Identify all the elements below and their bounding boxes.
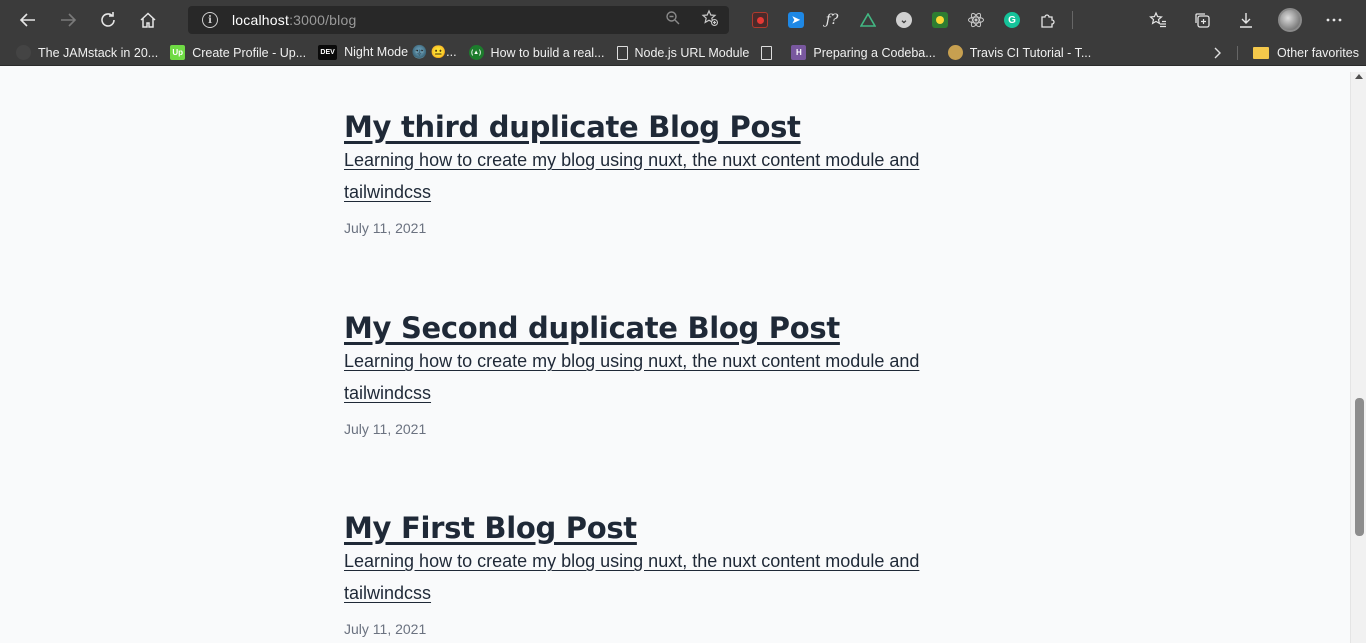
dev-icon: DEV bbox=[318, 45, 338, 60]
formula-extension-icon[interactable]: ƒ? bbox=[814, 0, 850, 40]
refresh-icon[interactable] bbox=[88, 0, 128, 40]
vertical-scrollbar[interactable] bbox=[1350, 72, 1366, 643]
downloads-icon[interactable] bbox=[1224, 0, 1268, 40]
bookmark-label: How to build a real... bbox=[490, 45, 605, 60]
bookmarks-divider bbox=[1237, 46, 1238, 60]
chevron-right-icon[interactable] bbox=[1212, 40, 1222, 66]
bookmarks-bar: The JAMstack in 20... Up Create Profile … bbox=[0, 40, 1366, 66]
bookmark-realtime[interactable]: (▲) How to build a real... bbox=[463, 40, 611, 66]
bookmark-dev[interactable]: DEV Night Mode 🌚 😐... bbox=[312, 40, 462, 66]
collections-icon[interactable] bbox=[1180, 0, 1224, 40]
grammarly-extension-icon[interactable]: G bbox=[994, 0, 1030, 40]
extensions-area: ➤ ƒ? ⌄ G bbox=[742, 0, 1079, 40]
back-arrow-icon[interactable] bbox=[8, 0, 48, 40]
home-icon[interactable] bbox=[128, 0, 168, 40]
bookmark-upwork[interactable]: Up Create Profile - Up... bbox=[164, 40, 312, 66]
post-description[interactable]: Learning how to create my blog using nux… bbox=[344, 345, 934, 409]
bookmark-heroku[interactable]: H Preparing a Codeba... bbox=[785, 40, 941, 66]
blog-page: My third duplicate Blog Post Learning ho… bbox=[0, 72, 1350, 643]
site-icon: (▲) bbox=[468, 45, 484, 60]
bookmark-label: Create Profile - Up... bbox=[192, 45, 307, 60]
bookmark-label: Node.js URL Module bbox=[634, 45, 750, 60]
puzzle-extensions-icon[interactable] bbox=[1030, 0, 1066, 40]
blog-post-card: My Second duplicate Blog Post Learning h… bbox=[344, 311, 944, 437]
more-menu-icon[interactable] bbox=[1312, 0, 1356, 40]
bookmark-untitled[interactable] bbox=[755, 40, 785, 66]
heroku-icon: H bbox=[791, 45, 807, 60]
blog-post-card: My First Blog Post Learning how to creat… bbox=[344, 511, 944, 637]
favorites-icon[interactable] bbox=[1136, 0, 1180, 40]
react-devtools-extension-icon[interactable] bbox=[958, 0, 994, 40]
bookmark-jamstack[interactable]: The JAMstack in 20... bbox=[10, 40, 164, 66]
post-title[interactable]: My third duplicate Blog Post bbox=[344, 110, 944, 144]
bookmark-label: Night Mode 🌚 😐... bbox=[344, 45, 457, 59]
post-title[interactable]: My First Blog Post bbox=[344, 511, 944, 545]
blog-post-card: My third duplicate Blog Post Learning ho… bbox=[344, 110, 944, 236]
other-favorites-folder[interactable]: Other favorites bbox=[1247, 40, 1365, 66]
upwork-icon: Up bbox=[170, 45, 186, 60]
post-date: July 11, 2021 bbox=[344, 421, 427, 437]
post-description[interactable]: Learning how to create my blog using nux… bbox=[344, 545, 934, 609]
url-host: localhost bbox=[232, 12, 290, 28]
site-info-icon[interactable]: i bbox=[202, 12, 218, 28]
url-path: :3000/blog bbox=[289, 12, 357, 28]
post-date: July 11, 2021 bbox=[344, 621, 427, 637]
maps-extension-icon[interactable] bbox=[922, 0, 958, 40]
url-text[interactable]: localhost:3000/blog bbox=[232, 12, 356, 28]
forward-arrow-icon[interactable] bbox=[48, 0, 88, 40]
post-title[interactable]: My Second duplicate Blog Post bbox=[344, 311, 944, 345]
jamstack-icon bbox=[16, 45, 31, 60]
bookmark-label: Preparing a Codeba... bbox=[813, 45, 936, 60]
vue-devtools-extension-icon[interactable] bbox=[850, 0, 886, 40]
profile-avatar[interactable] bbox=[1268, 0, 1312, 40]
folder-icon bbox=[1253, 47, 1269, 59]
address-bar[interactable]: i localhost:3000/blog bbox=[188, 6, 729, 34]
travis-icon bbox=[947, 45, 963, 60]
bookmark-label: Travis CI Tutorial - T... bbox=[969, 45, 1092, 60]
bookmark-nodejs-url[interactable]: Node.js URL Module bbox=[611, 40, 756, 66]
toolbar-divider bbox=[1072, 11, 1073, 29]
screen-recorder-extension-icon[interactable] bbox=[742, 0, 778, 40]
bookmark-travis[interactable]: Travis CI Tutorial - T... bbox=[942, 40, 1098, 66]
document-icon bbox=[616, 45, 628, 60]
bookmark-label: The JAMstack in 20... bbox=[38, 45, 159, 60]
document-icon bbox=[761, 45, 773, 60]
other-favorites-label: Other favorites bbox=[1277, 46, 1359, 60]
post-description[interactable]: Learning how to create my blog using nux… bbox=[344, 144, 934, 208]
pocket-extension-icon[interactable]: ⌄ bbox=[886, 0, 922, 40]
add-favorite-icon[interactable] bbox=[701, 9, 719, 31]
post-date: July 11, 2021 bbox=[344, 220, 427, 236]
scroll-up-arrow-icon[interactable] bbox=[1355, 74, 1363, 79]
scroll-thumb[interactable] bbox=[1355, 398, 1364, 536]
translator-extension-icon[interactable]: ➤ bbox=[778, 0, 814, 40]
zoom-out-icon[interactable] bbox=[665, 10, 681, 30]
browser-toolbar: i localhost:3000/blog ➤ ƒ? ⌄ G bbox=[0, 0, 1366, 40]
